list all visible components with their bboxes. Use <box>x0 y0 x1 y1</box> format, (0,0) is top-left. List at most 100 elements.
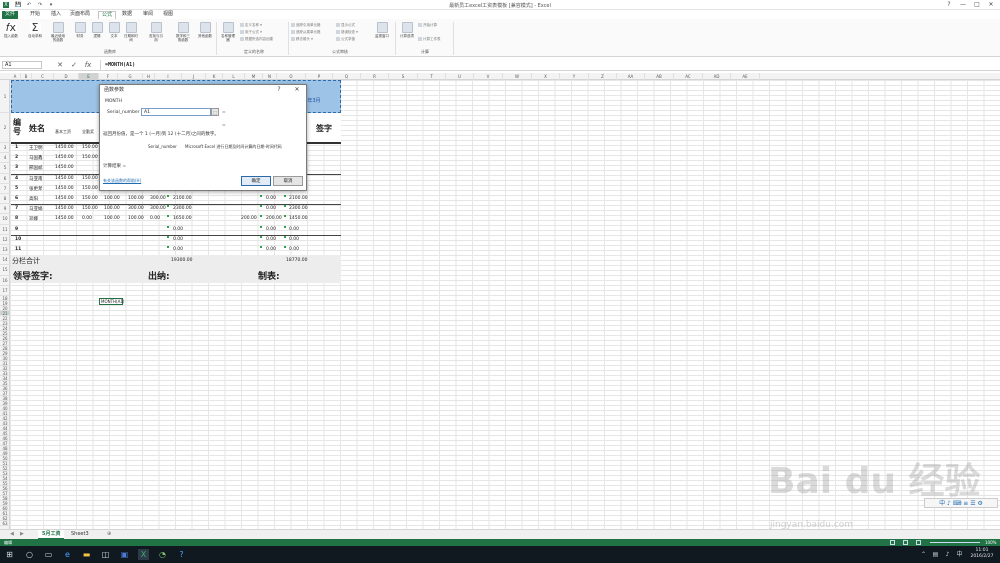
undo-icon[interactable]: ↶ <box>26 2 32 8</box>
cell-c7[interactable]: 0.00 <box>150 216 160 221</box>
zoom-slider[interactable] <box>930 542 980 543</box>
ime-toolbar[interactable]: 中 ♪ ⌨ ≡ ☰ ⚙ <box>924 498 998 508</box>
redo-icon[interactable]: ↷ <box>37 2 43 8</box>
clock[interactable]: 11:01 2016/2/27 <box>966 548 998 560</box>
cell-c11[interactable]: 0.00 <box>289 247 299 252</box>
column-header[interactable]: I <box>155 73 182 80</box>
cell-name[interactable]: 王卫明 <box>29 145 43 151</box>
column-header[interactable]: F <box>99 73 118 80</box>
trace-precedents-item[interactable]: 追踪引用单元格 <box>291 22 335 29</box>
collapse-dialog-button[interactable]: ⬚ <box>211 108 219 116</box>
cell-attend[interactable]: 150.00 <box>82 186 98 191</box>
cell-base[interactable]: 1450.00 <box>55 196 74 201</box>
close-button[interactable]: ✕ <box>986 1 996 9</box>
task-view-icon[interactable]: ▭ <box>43 549 54 560</box>
serial-number-input[interactable]: A1 <box>141 108 211 116</box>
row-header[interactable]: 4 <box>0 153 10 164</box>
tab-formulas[interactable]: 公式 <box>98 11 117 19</box>
column-header[interactable]: O <box>277 73 306 80</box>
cell-base[interactable]: 1450.00 <box>55 206 74 211</box>
cell-base[interactable]: 1450.00 <box>55 155 74 160</box>
cell-no[interactable]: 9 <box>15 227 18 232</box>
column-header[interactable]: R <box>361 73 389 80</box>
ok-button[interactable]: 确定 <box>241 176 271 186</box>
cell-c11[interactable]: 0.00 <box>289 227 299 232</box>
cell-name[interactable]: 马亚南 <box>29 176 43 182</box>
cell-no[interactable]: 3 <box>15 165 18 170</box>
row-header[interactable]: 8 <box>0 194 10 205</box>
tray-icons[interactable]: ⌃ <box>918 549 929 560</box>
minimize-button[interactable]: — <box>958 1 968 9</box>
cancel-button[interactable]: 取消 <box>273 176 303 186</box>
maximize-button[interactable]: □ <box>972 1 982 9</box>
cell-no[interactable]: 7 <box>15 206 18 211</box>
cell-no[interactable]: 1 <box>15 145 18 150</box>
calculation-options-button[interactable]: 计算选项 <box>398 22 416 50</box>
column-header[interactable]: X <box>532 73 560 80</box>
column-header[interactable]: Y <box>560 73 589 80</box>
cell-attend[interactable]: 150.00 <box>82 145 98 150</box>
start-icon[interactable]: ⊞ <box>4 549 15 560</box>
cell-c8[interactable]: 0.00 <box>173 227 183 232</box>
cell-name[interactable]: 马国鑫 <box>29 155 43 161</box>
column-header[interactable]: J <box>182 73 206 80</box>
cell-name[interactable]: 邓娜 <box>29 216 38 222</box>
dialog-close-icon[interactable]: ✕ <box>292 85 302 95</box>
cell-attend[interactable]: 150.00 <box>82 176 98 181</box>
column-header[interactable]: U <box>446 73 474 80</box>
cell-name[interactable]: 高阳 <box>29 196 38 202</box>
row-header[interactable]: 5 <box>0 163 10 174</box>
name-box[interactable]: A1 <box>2 61 42 69</box>
cell-c11[interactable]: 2300.00 <box>289 206 308 211</box>
cell-name[interactable]: 马亚娟 <box>29 206 43 212</box>
cell-c11[interactable]: 1450.00 <box>289 216 308 221</box>
row-header[interactable]: 15 <box>0 265 10 276</box>
cell-c8[interactable]: 0.00 <box>173 247 183 252</box>
cell-c7[interactable]: 300.00 <box>150 196 166 201</box>
row-header[interactable]: 63 <box>0 521 10 526</box>
column-header[interactable]: P <box>306 73 333 80</box>
store-icon[interactable]: ◫ <box>100 549 111 560</box>
page-layout-view-icon[interactable] <box>903 540 908 545</box>
cell-c8[interactable]: 2100.00 <box>173 196 192 201</box>
formula-input[interactable]: =MONTH(A1) <box>100 60 998 70</box>
cell-no[interactable]: 11 <box>15 247 21 252</box>
normal-view-icon[interactable] <box>890 540 895 545</box>
insert-function-icon[interactable]: fx <box>84 60 92 70</box>
column-header[interactable]: Z <box>589 73 617 80</box>
cell-no[interactable]: 5 <box>15 186 18 191</box>
cell-c11[interactable]: 0.00 <box>289 237 299 242</box>
evaluate-formula-item[interactable]: 公式求值 <box>336 36 370 43</box>
input-method-icon[interactable]: 中 <box>954 549 965 560</box>
calculate-sheet-item[interactable]: 计算工作表 <box>418 36 452 43</box>
scroll-right-icon[interactable]: ▶ <box>16 530 28 539</box>
financial-button[interactable]: 财务 <box>72 22 88 50</box>
cell-base[interactable]: 1450.00 <box>55 176 74 181</box>
search-icon[interactable]: ○ <box>24 549 35 560</box>
sheet-tab-sheet3[interactable]: Sheet3 <box>67 530 93 539</box>
column-header[interactable]: B <box>21 73 32 80</box>
cell-no[interactable]: 10 <box>15 237 21 242</box>
sheet-tab-may-salary[interactable]: 5月工资 <box>38 530 65 539</box>
cell-name[interactable]: 张更斧 <box>29 186 43 192</box>
cell-c11[interactable]: 2100.00 <box>289 196 308 201</box>
tab-data[interactable]: 数据 <box>119 11 135 19</box>
column-header[interactable]: AD <box>703 73 731 80</box>
cell-attend[interactable]: 150.00 <box>82 206 98 211</box>
cell-c10[interactable]: 200.00 <box>266 216 282 221</box>
column-header[interactable]: AA <box>617 73 645 80</box>
insert-function-button[interactable]: 𝑓x 插入函数 <box>3 22 19 50</box>
cell-c5[interactable]: 100.00 <box>104 216 120 221</box>
cell-c10[interactable]: 0.00 <box>266 237 276 242</box>
cell-no[interactable]: 4 <box>15 176 18 181</box>
cell-base[interactable]: 1450.00 <box>55 186 74 191</box>
cell-name[interactable]: 邢国斌 <box>29 165 43 171</box>
page-break-view-icon[interactable] <box>916 540 921 545</box>
row-header[interactable]: 16 <box>0 276 10 286</box>
cell-c9[interactable]: 200.00 <box>241 216 257 221</box>
cell-c10[interactable]: 0.00 <box>266 247 276 252</box>
cell-c5[interactable]: 100.00 <box>104 206 120 211</box>
column-header[interactable]: K <box>206 73 223 80</box>
error-checking-item[interactable]: 错误检查 ▾ <box>336 29 370 36</box>
row-header[interactable]: 14 <box>0 255 10 266</box>
